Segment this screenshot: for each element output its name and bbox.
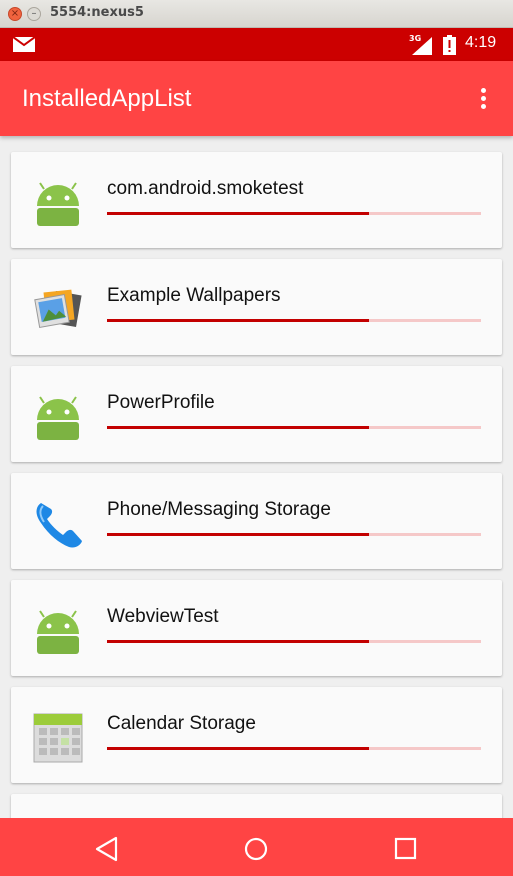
status-clock: 4:19 — [465, 34, 497, 51]
list-item[interactable]: Calendar Storage — [11, 687, 502, 783]
app-name: PowerProfile — [107, 392, 215, 413]
progress-fill — [107, 426, 369, 429]
app-name: WebviewTest — [107, 606, 219, 627]
overflow-dot-icon — [481, 104, 486, 109]
list-item[interactable]: Example Wallpapers — [11, 259, 502, 355]
progress-bar — [107, 212, 481, 215]
emulator-title-bar: × – 5554:nexus5 — [0, 0, 513, 28]
mail-icon — [13, 37, 35, 52]
android-icon — [37, 610, 79, 654]
status-bar: 3G 4:19 — [0, 28, 513, 61]
app-name: Example Wallpapers — [107, 285, 281, 306]
list-item[interactable]: WebviewTest — [11, 580, 502, 676]
window-minimize-button[interactable]: – — [27, 7, 41, 21]
action-bar: InstalledAppList — [0, 61, 513, 136]
wallpapers-icon — [34, 289, 82, 328]
app-list[interactable]: com.android.smoketest Example Wallpapers… — [0, 136, 513, 818]
progress-bar — [107, 319, 481, 322]
window-close-button[interactable]: × — [8, 7, 22, 21]
progress-bar — [107, 533, 481, 536]
overflow-dot-icon — [481, 96, 486, 101]
overflow-dot-icon — [481, 88, 486, 93]
recents-icon[interactable] — [391, 834, 421, 864]
progress-fill — [107, 747, 369, 750]
android-icon — [37, 396, 79, 440]
progress-fill — [107, 212, 369, 215]
app-name: Calendar Storage — [107, 713, 256, 734]
battery-icon — [443, 35, 456, 55]
list-item[interactable]: Phone/Messaging Storage — [11, 473, 502, 569]
list-item[interactable]: com.android.smoketest — [11, 152, 502, 248]
home-icon[interactable] — [241, 834, 271, 864]
signal-icon — [412, 37, 432, 55]
window-title: 5554:nexus5 — [50, 5, 144, 20]
back-icon[interactable] — [92, 834, 122, 864]
android-icon — [37, 182, 79, 226]
list-item[interactable] — [11, 794, 502, 818]
navigation-bar — [0, 818, 513, 876]
progress-fill — [107, 640, 369, 643]
progress-fill — [107, 533, 369, 536]
phone-icon — [36, 503, 82, 548]
overflow-menu-button[interactable] — [474, 85, 494, 115]
app-name: Phone/Messaging Storage — [107, 499, 331, 520]
list-item[interactable]: PowerProfile — [11, 366, 502, 462]
calendar-icon — [33, 713, 83, 763]
app-title: InstalledAppList — [22, 85, 192, 112]
progress-bar — [107, 747, 481, 750]
progress-fill — [107, 319, 369, 322]
app-name: com.android.smoketest — [107, 178, 304, 199]
progress-bar — [107, 640, 481, 643]
progress-bar — [107, 426, 481, 429]
